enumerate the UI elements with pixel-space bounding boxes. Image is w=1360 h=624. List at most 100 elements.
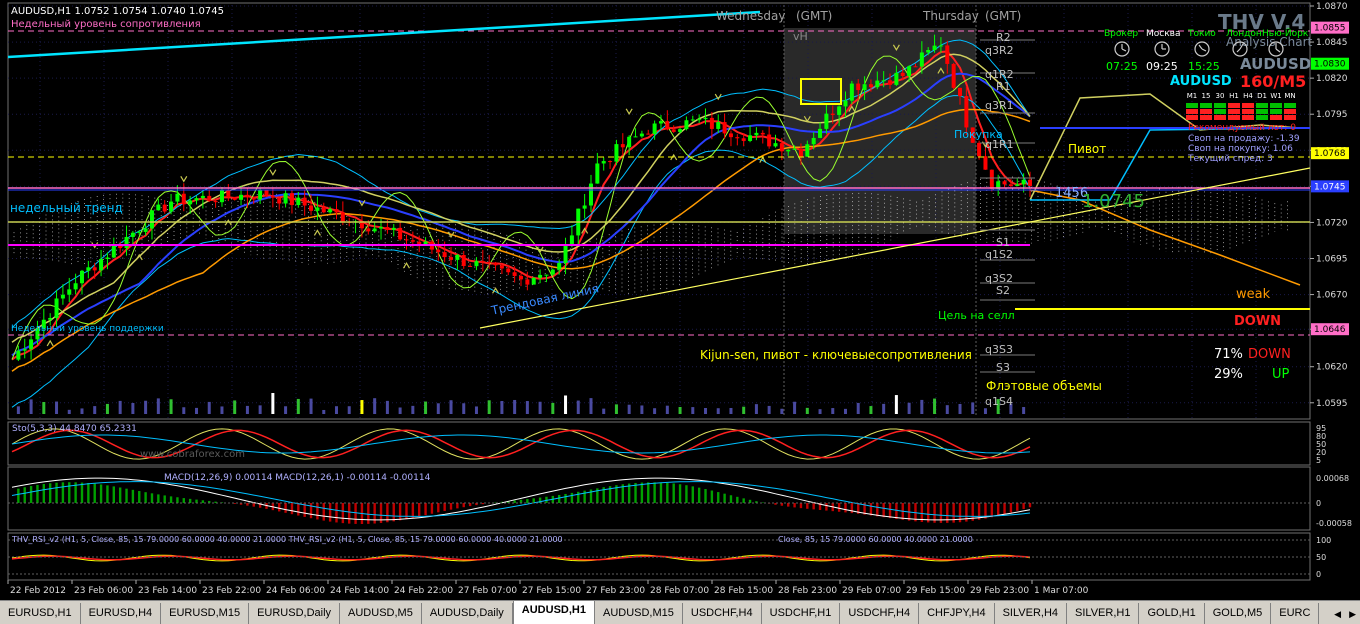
fractal-arrow-icon <box>47 341 53 346</box>
candle-body <box>856 84 860 90</box>
volume-bar <box>959 404 962 414</box>
chart-tab[interactable]: GOLD,H1 <box>1139 603 1204 624</box>
candle-body <box>366 228 370 231</box>
volume-bar <box>399 407 402 414</box>
macd-histogram-bar <box>335 503 337 522</box>
chart-tab[interactable]: CHFJPY,H4 <box>919 603 994 624</box>
time-tick-label: 29 Feb 23:00 <box>970 586 1029 596</box>
candle-body <box>61 295 65 299</box>
volume-bar <box>271 393 274 414</box>
candle-body <box>392 228 396 230</box>
volume-bar <box>920 400 923 414</box>
candle-body <box>182 194 186 205</box>
candle-body <box>156 205 160 211</box>
candle-body <box>831 114 835 115</box>
flat-volume-label: Флэтовые объемы <box>986 379 1102 393</box>
volume-bar <box>310 399 313 414</box>
chart-tab[interactable]: EURC <box>1271 603 1319 624</box>
candle-body <box>983 156 987 169</box>
macd-histogram-bar <box>157 494 159 503</box>
chart-tab[interactable]: USDCHF,H1 <box>762 603 841 624</box>
chart-tab[interactable]: EURUSD,H1 <box>0 603 81 624</box>
macd-histogram-bar <box>558 495 560 503</box>
macd-histogram-bar <box>1016 503 1018 511</box>
volume-bar <box>411 406 414 414</box>
chart-tab[interactable]: AUDUSD,M5 <box>340 603 422 624</box>
candle-body <box>150 210 154 228</box>
candle-body <box>754 133 758 135</box>
rsi-label-2: Close, 85, 15 79.0000 60.0000 40.0000 21… <box>778 535 973 544</box>
chart-area[interactable]: 1.08701.08451.08201.07951.07701.07451.07… <box>0 0 1360 600</box>
macd-histogram-bar <box>24 487 26 503</box>
level-q3r1: q3R1 <box>985 99 1014 112</box>
time-tick-label: 29 Feb 15:00 <box>906 586 965 596</box>
candle-body <box>265 190 269 196</box>
chart-tab[interactable]: AUDUSD,M15 <box>595 603 683 624</box>
macd-histogram-bar <box>577 492 579 503</box>
volume-bar <box>373 398 376 414</box>
candle-body <box>86 267 90 271</box>
chart-tab[interactable]: SILVER,H1 <box>1067 603 1139 624</box>
candle-body <box>105 258 109 259</box>
chart-tab[interactable]: USDCHF,H4 <box>683 603 762 624</box>
chart-tab[interactable]: SILVER,H4 <box>995 603 1067 624</box>
timeframe-grid <box>1186 103 1302 123</box>
broker-label: Брокер <box>1104 29 1138 39</box>
candle-body <box>933 46 937 50</box>
day-label-thursday: Thursday <box>923 9 979 23</box>
sell-target: Цель на селл <box>938 309 1015 322</box>
chart-tab[interactable]: EURUSD,H4 <box>81 603 162 624</box>
vh-label: vH <box>793 30 808 43</box>
macd-histogram-bar <box>679 484 681 503</box>
main-chart-svg[interactable]: 1.08701.08451.08201.07951.07701.07451.07… <box>0 0 1360 600</box>
stat-spread: Текущий спред: 3 <box>1188 154 1273 164</box>
macd-histogram-bar <box>412 503 414 518</box>
candle-body <box>595 163 599 183</box>
candle-body <box>195 198 199 200</box>
macd-histogram-bar <box>851 503 853 513</box>
candle-body <box>907 66 911 76</box>
chart-tab[interactable]: EURUSD,Daily <box>249 603 340 624</box>
candle-body <box>793 149 797 150</box>
candle-body <box>385 227 389 230</box>
candle-body <box>258 190 262 199</box>
tab-scroll-right-icon[interactable]: ▶ <box>1345 606 1360 624</box>
volume-bar <box>360 400 363 414</box>
level-s2: S2 <box>996 284 1010 297</box>
volume-bar <box>984 408 987 414</box>
volume-bar <box>462 403 465 414</box>
candle-body <box>710 118 714 129</box>
tab-scroll-left-icon[interactable]: ◀ <box>1330 606 1345 624</box>
chart-tab[interactable]: AUDUSD,Daily <box>422 603 513 624</box>
gmt-label-1: (GMT) <box>796 9 832 23</box>
volume-bar <box>131 403 134 414</box>
volume-bar <box>857 403 860 414</box>
macd-histogram-bar <box>36 485 38 503</box>
chart-tab[interactable]: GOLD,M5 <box>1205 603 1272 624</box>
macd-histogram-bar <box>1010 503 1012 512</box>
site-watermark: www.cobraforex.com <box>140 449 245 460</box>
candle-body <box>1022 180 1026 185</box>
macd-histogram-bar <box>310 503 312 518</box>
candle-body <box>404 239 408 240</box>
macd-histogram-bar <box>49 483 51 503</box>
macd-histogram-bar <box>125 489 127 503</box>
price-tick-label: 1.0595 <box>1316 399 1348 409</box>
timeframe-cell <box>1200 115 1212 120</box>
volume-bar <box>780 409 783 414</box>
candle-body <box>761 133 765 135</box>
candle-body <box>443 252 447 257</box>
pct-down-label: DOWN <box>1248 347 1291 362</box>
timeframe-cell <box>1186 115 1198 120</box>
volume-bar <box>564 395 567 414</box>
macd-label: MACD(12,26,9) 0.00114 MACD(12,26,1) -0.0… <box>164 473 430 483</box>
chart-tab[interactable]: EURUSD,M15 <box>161 603 249 624</box>
macd-tick-label: 0.00068 <box>1316 474 1349 483</box>
chart-tab[interactable]: AUDUSD,H1 <box>513 600 595 624</box>
chart-tab[interactable]: USDCHF,H4 <box>840 603 919 624</box>
candle-body <box>112 246 116 258</box>
candle-body <box>557 263 561 270</box>
candle-body <box>869 84 873 87</box>
volume-bar <box>704 408 707 414</box>
volume-bar <box>1022 407 1025 414</box>
